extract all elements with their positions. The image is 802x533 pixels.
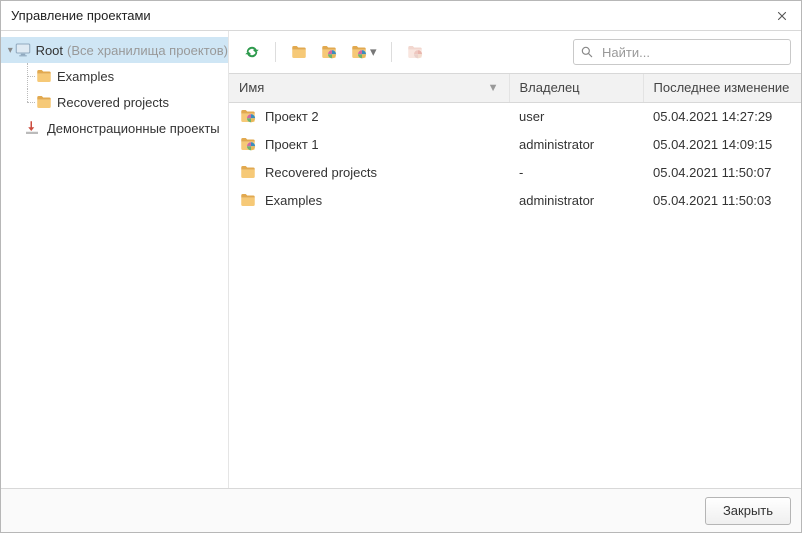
tree-child-recovered[interactable]: Recovered projects [1, 89, 228, 115]
project-management-dialog: Управление проектами ▾ Root (Все хранили… [0, 0, 802, 533]
row-name: Проект 1 [265, 137, 319, 152]
tree-child-examples[interactable]: Examples [1, 63, 228, 89]
table-row[interactable]: Проект 2 user05.04.2021 14:27:29 [229, 102, 801, 130]
refresh-icon [243, 43, 261, 61]
col-name-header[interactable]: Имя ▼ [229, 74, 509, 102]
row-owner: administrator [509, 130, 643, 158]
project-faded-icon [406, 43, 424, 61]
table-row[interactable]: Examples administrator05.04.2021 11:50:03 [229, 186, 801, 214]
row-name: Recovered projects [265, 165, 377, 180]
row-owner: - [509, 158, 643, 186]
monitor-icon [14, 41, 32, 59]
window-close-button[interactable] [773, 7, 791, 25]
import-project-button[interactable]: ▾ [346, 40, 381, 64]
project-table: Имя ▼ Владелец Последнее изменение [229, 74, 801, 214]
row-modified: 05.04.2021 11:50:07 [643, 158, 801, 186]
project-table-wrap: Имя ▼ Владелец Последнее изменение [229, 73, 801, 488]
tree-root-hint: (Все хранилища проектов) [67, 43, 228, 58]
row-owner: administrator [509, 186, 643, 214]
row-modified: 05.04.2021 14:27:29 [643, 102, 801, 130]
folder-icon [35, 93, 53, 111]
col-name-label: Имя [239, 80, 264, 95]
close-button[interactable]: Закрыть [705, 497, 791, 525]
project-icon [320, 43, 338, 61]
search-icon [580, 45, 594, 59]
tree-child-label: Examples [57, 69, 114, 84]
folder-icon [290, 43, 308, 61]
titlebar: Управление проектами [1, 1, 801, 31]
row-owner: user [509, 102, 643, 130]
sort-desc-icon: ▼ [488, 82, 499, 94]
table-row[interactable]: Проект 1 administrator05.04.2021 14:09:15 [229, 130, 801, 158]
new-project-button[interactable] [316, 40, 342, 64]
tree-demo-node[interactable]: Демонстрационные проекты [1, 115, 228, 141]
row-modified: 05.04.2021 14:09:15 [643, 130, 801, 158]
tree-demo-label: Демонстрационные проекты [47, 121, 220, 136]
tree-child-label: Recovered projects [57, 95, 169, 110]
col-modified-header[interactable]: Последнее изменение [643, 74, 801, 102]
project-icon [239, 135, 257, 153]
toolbar: ▾ [229, 31, 801, 73]
col-owner-label: Владелец [520, 80, 580, 95]
tree-root-node[interactable]: ▾ Root (Все хранилища проектов) [1, 37, 228, 63]
folder-icon [239, 191, 257, 209]
window-title: Управление проектами [11, 8, 773, 23]
project-icon [239, 107, 257, 125]
delete-project-button[interactable] [402, 40, 428, 64]
tree-root-label: Root [36, 43, 63, 58]
dialog-footer: Закрыть [1, 488, 801, 532]
folder-icon [35, 67, 53, 85]
folder-icon [239, 163, 257, 181]
row-name: Examples [265, 193, 322, 208]
refresh-button[interactable] [239, 40, 265, 64]
col-modified-label: Последнее изменение [654, 80, 790, 95]
search-box[interactable] [573, 39, 791, 65]
project-icon [350, 43, 368, 61]
chevron-down-icon: ▾ [370, 44, 377, 60]
new-folder-button[interactable] [286, 40, 312, 64]
download-icon [23, 119, 41, 137]
project-tree: ▾ Root (Все хранилища проектов) Examples… [1, 31, 229, 488]
row-modified: 05.04.2021 11:50:03 [643, 186, 801, 214]
row-name: Проект 2 [265, 109, 319, 124]
close-icon [776, 10, 788, 22]
table-row[interactable]: Recovered projects -05.04.2021 11:50:07 [229, 158, 801, 186]
main-panel: ▾ [229, 31, 801, 488]
search-input[interactable] [600, 44, 784, 61]
col-owner-header[interactable]: Владелец [509, 74, 643, 102]
